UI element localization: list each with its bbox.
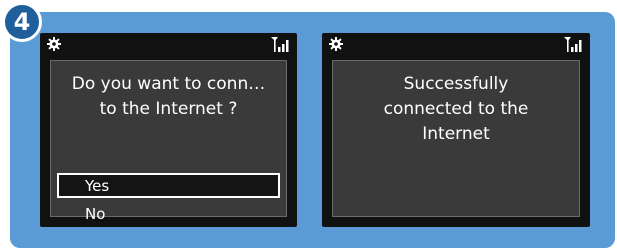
signal-icon	[271, 37, 289, 52]
result-content: Successfully connected to the Internet	[332, 60, 580, 217]
prompt-content: Do you want to conn… to the Internet ? Y…	[50, 60, 287, 223]
device-screen-result: Successfully connected to the Internet	[322, 33, 590, 227]
gear-icon	[47, 37, 61, 51]
status-bar	[40, 33, 297, 57]
question-text: Do you want to conn… to the Internet ?	[51, 72, 286, 122]
status-bar	[322, 33, 590, 57]
message-line-1: Successfully	[403, 74, 509, 94]
message-line-2: connected to the	[383, 99, 529, 119]
gear-icon	[329, 37, 343, 51]
step-number-badge: 4	[2, 2, 42, 42]
option-no[interactable]: No	[57, 201, 280, 226]
option-yes[interactable]: Yes	[57, 173, 280, 198]
device-screen-prompt: Do you want to conn… to the Internet ? Y…	[40, 33, 297, 227]
question-line-2: to the Internet ?	[99, 99, 238, 119]
signal-icon	[564, 37, 582, 52]
question-line-1: Do you want to conn…	[71, 74, 266, 94]
message-line-3: Internet	[422, 124, 490, 144]
success-message: Successfully connected to the Internet	[333, 72, 579, 147]
